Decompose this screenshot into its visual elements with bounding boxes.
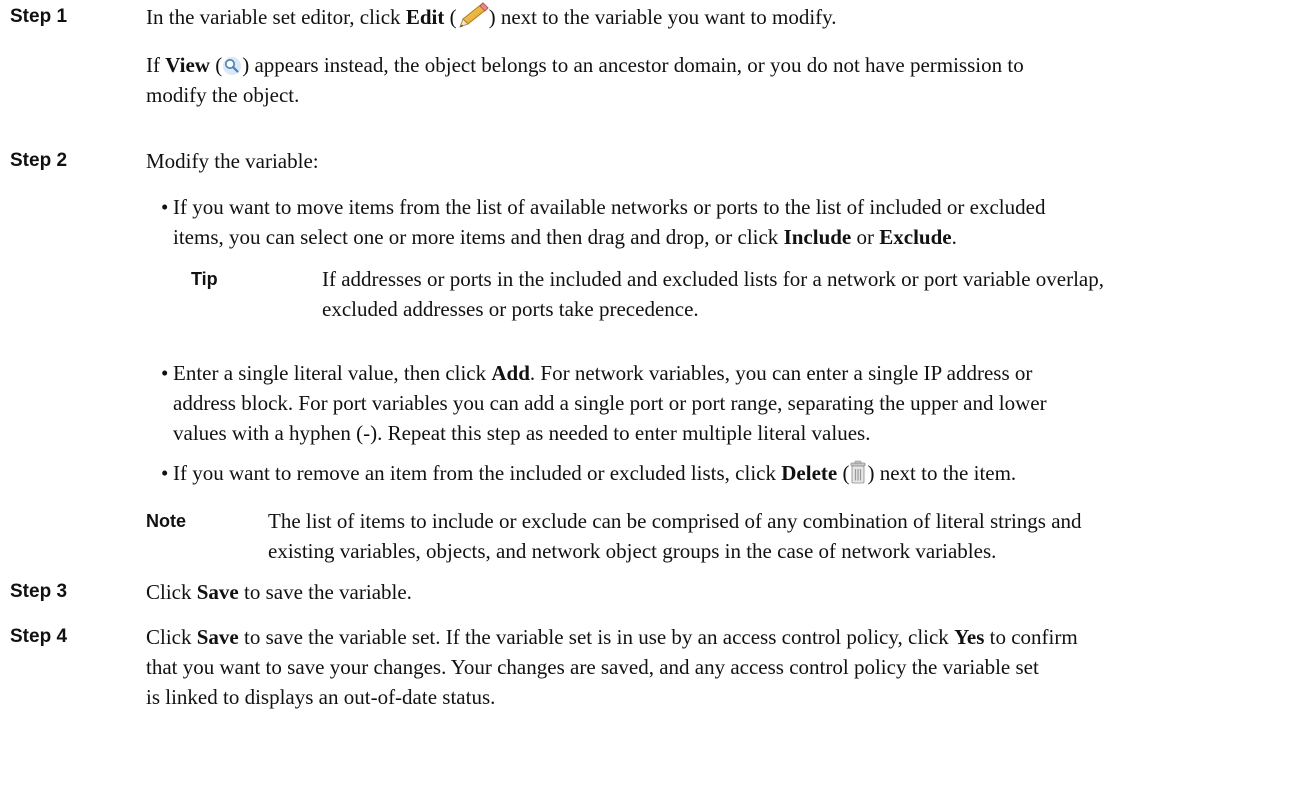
step-3-label: Step 3 (10, 581, 68, 602)
save-label: Save (196, 625, 239, 649)
step-2-label: Step 2 (10, 150, 68, 171)
step-3-text: Click Save to save the variable. (146, 580, 412, 604)
tip-label: Tip (191, 269, 218, 289)
view-label: View (165, 53, 210, 77)
bullet-move-items: • If you want to move items from the lis… (161, 192, 1298, 252)
trash-icon (849, 460, 867, 484)
step-4-label: Step 4 (10, 626, 68, 647)
include-label: Include (783, 225, 852, 249)
bullet-dot: • (161, 461, 169, 485)
pencil-icon (457, 2, 489, 28)
note-label: Note (146, 511, 186, 531)
bullet-dot: • (161, 195, 169, 219)
note-text: The list of items to include or exclude … (268, 509, 1082, 563)
exclude-label: Exclude (879, 225, 952, 249)
step-1-line-3: modify the object. (146, 83, 300, 107)
step-1-line-2: If View ( ) appears instead, the object … (146, 53, 1024, 77)
bullet-remove-item: • If you want to remove an item from the… (161, 458, 1298, 488)
edit-label: Edit (405, 5, 445, 29)
step-4-text: Click Save to save the variable set. If … (146, 625, 1078, 709)
magnifier-icon (222, 54, 242, 75)
tip-text: If addresses or ports in the included an… (322, 267, 1105, 321)
step-1-label: Step 1 (10, 6, 68, 27)
step-1-line-1: In the variable set editor, click Edit (… (146, 2, 1296, 32)
bullet-literal-value: • Enter a single literal value, then cli… (161, 358, 1298, 448)
delete-label: Delete (781, 461, 838, 485)
bullet-dot: • (161, 361, 169, 385)
step-2-intro: Modify the variable: (146, 149, 319, 173)
add-label: Add (491, 361, 530, 385)
yes-label: Yes (954, 625, 985, 649)
save-label: Save (196, 580, 239, 604)
